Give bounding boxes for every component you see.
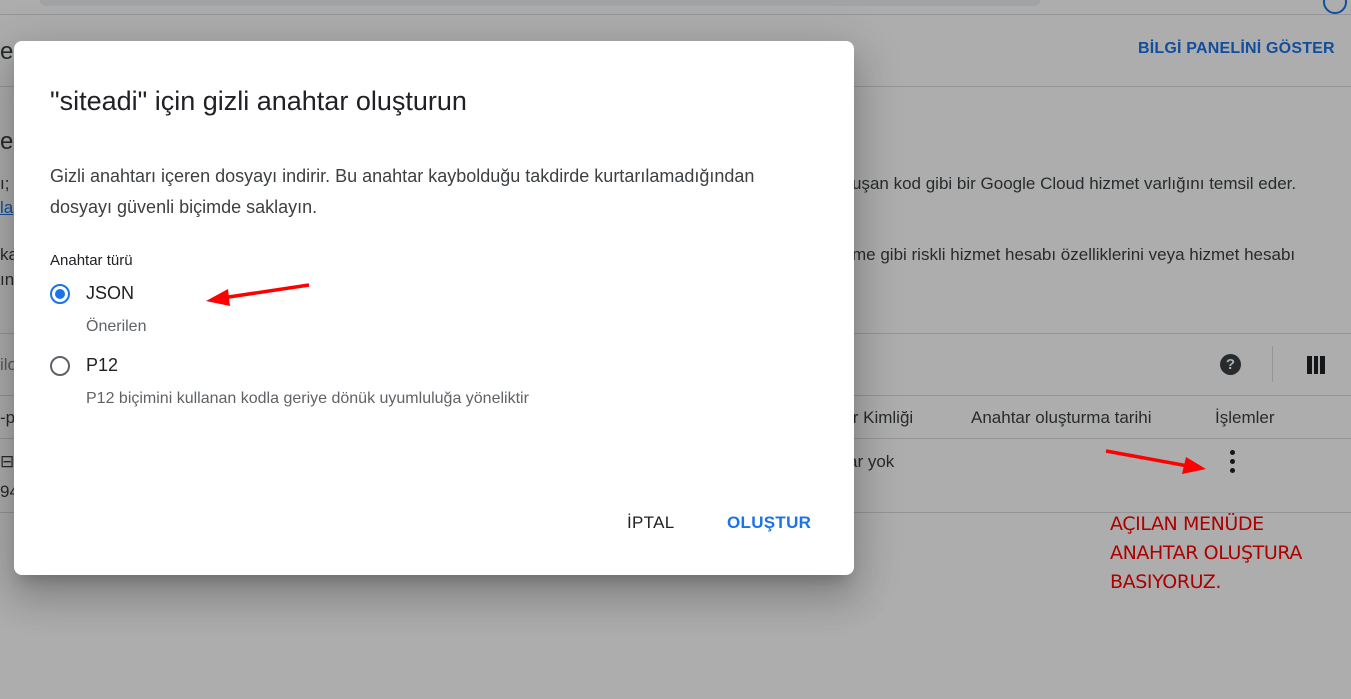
radio-button-p12[interactable] xyxy=(50,355,70,376)
radio-hint-json: Önerilen xyxy=(86,318,147,335)
dialog-description: Gizli anahtarı içeren dosyayı indirir. B… xyxy=(50,161,830,223)
dialog-title: "siteadi" için gizli anahtar oluşturun xyxy=(50,86,467,116)
key-type-label: Anahtar türü xyxy=(50,252,133,269)
radio-label-json[interactable]: JSON xyxy=(86,283,134,304)
dialog-description-line: Gizli anahtarı içeren dosyayı indirir. B… xyxy=(50,166,755,186)
radio-button-json[interactable] xyxy=(50,283,70,304)
dialog-description-line: dosyayı güvenli biçimde saklayın. xyxy=(50,197,318,217)
radio-hint-p12: P12 biçimini kullanan kodla geriye dönük… xyxy=(86,390,529,407)
radio-option-p12[interactable]: P12 xyxy=(50,355,118,376)
cancel-button[interactable]: İPTAL xyxy=(627,513,674,533)
create-button[interactable]: OLUŞTUR xyxy=(727,513,811,533)
create-key-dialog: "siteadi" için gizli anahtar oluşturun G… xyxy=(14,41,854,575)
radio-option-json[interactable]: JSON xyxy=(50,283,134,304)
radio-label-p12[interactable]: P12 xyxy=(86,355,118,376)
